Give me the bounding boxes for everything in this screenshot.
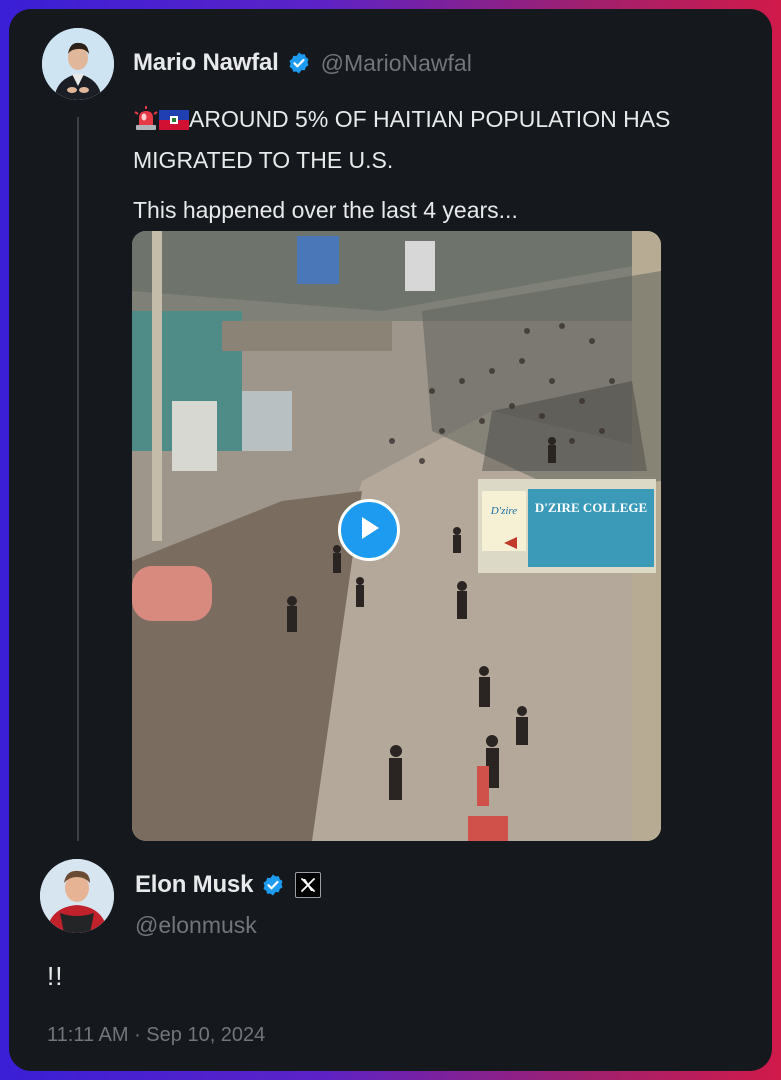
x-logo-icon[interactable] bbox=[295, 872, 322, 898]
quoted-author-row: Mario Nawfal @MarioNawfal bbox=[133, 49, 472, 77]
video-player[interactable]: D'zire D'ZIRE COLLEGE bbox=[132, 231, 661, 841]
reply-author-handle[interactable]: @elonmusk bbox=[135, 912, 257, 939]
quoted-post-text-line1: AROUND 5% OF HAITIAN POPULATION HAS MIGR… bbox=[133, 106, 671, 173]
verified-badge-icon bbox=[261, 873, 285, 897]
rotating-light-emoji bbox=[133, 106, 159, 142]
quoted-post-text-line2: This happened over the last 4 years... bbox=[133, 197, 518, 223]
quoted-author-handle[interactable]: @MarioNawfal bbox=[321, 50, 472, 77]
quoted-author-name[interactable]: Mario Nawfal bbox=[133, 49, 279, 77]
quoted-post-text: AROUND 5% OF HAITIAN POPULATION HAS MIGR… bbox=[133, 101, 693, 228]
reply-author-row: Elon Musk bbox=[135, 871, 322, 899]
sign-brand-text: D'zire bbox=[490, 505, 518, 517]
reply-author-name[interactable]: Elon Musk bbox=[135, 871, 253, 899]
reply-text: !! bbox=[47, 961, 64, 991]
play-button[interactable] bbox=[338, 499, 400, 561]
college-sign: D'zire D'ZIRE COLLEGE bbox=[478, 479, 656, 573]
sign-title-text: D'ZIRE COLLEGE bbox=[535, 500, 647, 515]
haiti-flag-emoji bbox=[159, 106, 189, 142]
post-card: Mario Nawfal @MarioNawfal AROUND 5% OF H… bbox=[9, 9, 772, 1071]
thread-connector-line bbox=[77, 117, 79, 841]
avatar-elon[interactable] bbox=[40, 859, 114, 933]
post-timestamp[interactable]: 11:11 AM · Sep 10, 2024 bbox=[47, 1024, 265, 1047]
avatar-mario[interactable] bbox=[42, 28, 114, 100]
verified-badge-icon bbox=[287, 51, 311, 75]
play-icon bbox=[357, 515, 381, 546]
